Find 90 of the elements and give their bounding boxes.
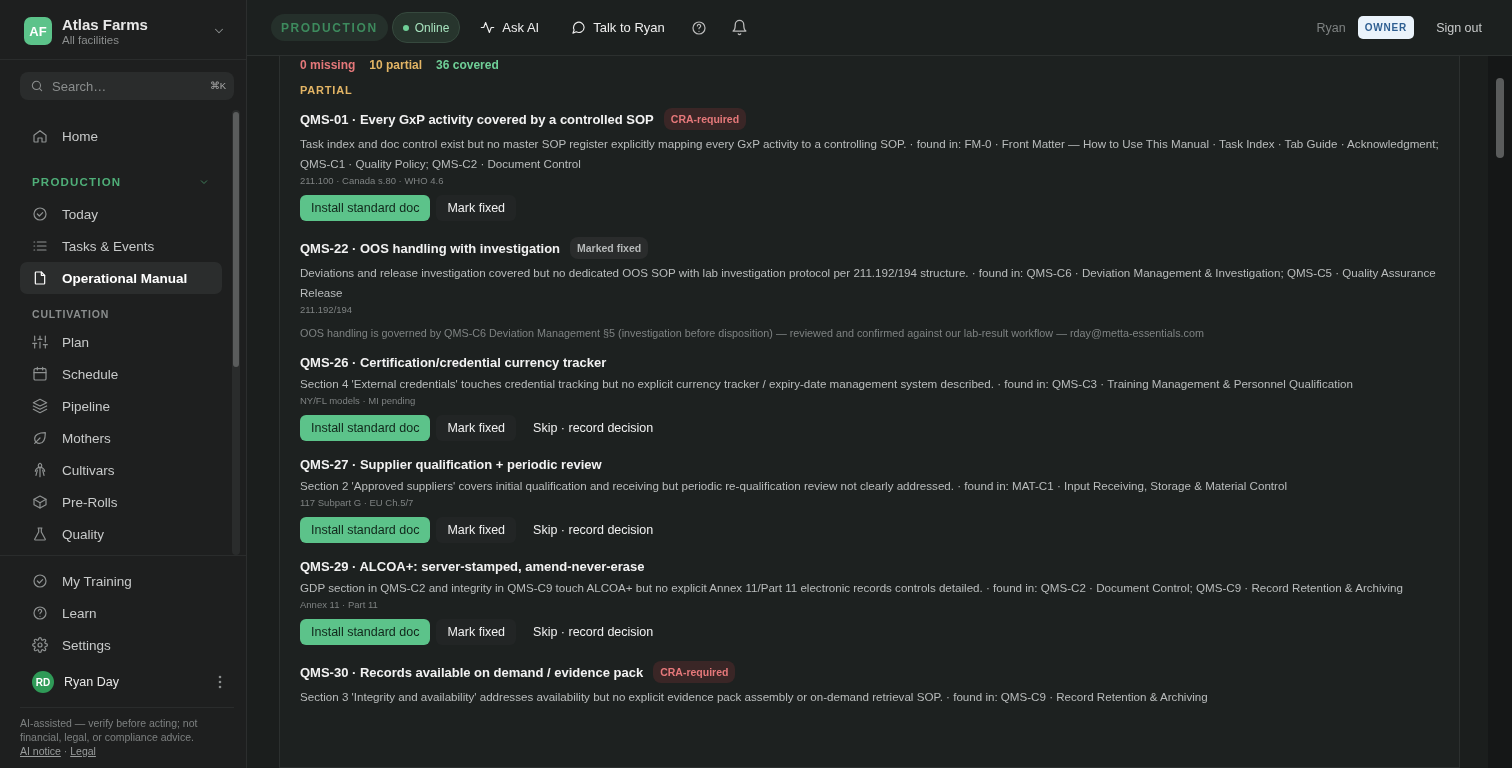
- sliders-icon: [32, 334, 48, 350]
- section-heading: PARTIAL: [300, 84, 354, 96]
- nav-item[interactable]: My Training: [20, 565, 236, 597]
- search-icon: [30, 79, 44, 93]
- regulation-references: 117 Subpart G · EU Ch.5/7: [300, 497, 415, 508]
- plant-icon: [32, 462, 48, 478]
- user-name: Ryan: [1316, 20, 1346, 35]
- user-name: Ryan Day: [64, 675, 120, 689]
- nav-item[interactable]: Cultivars: [20, 454, 222, 486]
- gap-title: QMS-27 · Supplier qualification + periodic review: [300, 457, 602, 472]
- summary-count: 0 missing: [300, 58, 356, 72]
- disclaimer-text: AI-assisted — verify before acting; not financial, legal, or compliance advice.: [20, 716, 199, 744]
- gap-description: GDP section in QMS-C2 and integrity in QMS-C9 touch ALCOA+ but no explicit Annex 11/Part 11 electronic records controls detailed. · found in: QMS-C2 · Document Control; QMS-C9 · Record Retention & Archiving: [300, 580, 1404, 596]
- gap-description: Section 4 'External credentials' touches credential tracking but no explicit currency tracker / expiry-date management system described. · found in: QMS-C3 · Training Management & Personnel Qualification: [300, 376, 1354, 392]
- notification-icon[interactable]: [730, 19, 748, 36]
- action-button[interactable]: Skip · record decision: [522, 415, 665, 441]
- action-button[interactable]: Install standard doc: [300, 415, 431, 441]
- status-badge: Marked fixed: [570, 237, 649, 259]
- help-icon[interactable]: [690, 19, 707, 36]
- settings-icon: [32, 637, 48, 653]
- scrollbar[interactable]: [232, 110, 240, 555]
- org-name: Atlas Farms: [62, 16, 149, 33]
- layers-icon: [32, 398, 48, 414]
- toolbar-button[interactable]: Talk to Ryan: [559, 12, 677, 43]
- nav-item[interactable]: Tasks & Events: [20, 230, 222, 262]
- nav-item[interactable]: Today: [20, 198, 222, 230]
- regulation-references: Annex 11 · Part 11: [300, 599, 379, 610]
- section-heading: CULTIVATION: [32, 308, 110, 320]
- mode-badge: PRODUCTION: [271, 14, 388, 41]
- fix-note: OOS handling is governed by QMS-C6 Deviation Management §5 (investigation before disposition) — reviewed and confirmed against our lab-result workflow — rday@metta-essentials.com: [300, 327, 1205, 339]
- footer-link[interactable]: AI notice: [20, 745, 61, 757]
- calendar-icon: [32, 366, 48, 382]
- gap-description: Section 2 'Approved suppliers' covers initial qualification and receiving but periodic re-qualification review not clearly addressed. · found in: MAT-C1 · Input Receiving, Storage & Material Control: [300, 478, 1288, 494]
- gap-title: QMS-01 · Every GxP activity covered by a controlled SOP: [300, 111, 654, 127]
- flask-icon: [32, 526, 48, 542]
- gap-title: QMS-29 · ALCOA+: server-stamped, amend-never-erase: [300, 559, 645, 574]
- org-subtitle: All facilities: [62, 34, 120, 46]
- gap-title: QMS-30 · Records available on demand / evidence pack: [300, 664, 644, 680]
- action-button[interactable]: Install standard doc: [300, 195, 431, 221]
- gap-description: Section 3 'Integrity and availability' addresses availability but no explicit evidence pack assembly or on-demand retrieval SOP. · found in: QMS-C9 · Record Retention & Archiving: [300, 689, 1209, 705]
- action-button[interactable]: Skip · record decision: [522, 619, 665, 645]
- chat-icon: [571, 20, 587, 35]
- check-circle-icon: [32, 573, 48, 589]
- activity-icon: [480, 20, 496, 35]
- action-button[interactable]: Install standard doc: [300, 619, 431, 645]
- regulation-references: 211.100 · Canada s.80 · WHO 4.6: [300, 175, 445, 186]
- home-icon: [32, 128, 48, 144]
- status-badge: CRA-required: [653, 661, 736, 683]
- gap-title: QMS-26 · Certification/credential currency tracker: [300, 355, 607, 370]
- document-icon: [32, 270, 48, 286]
- nav-item[interactable]: Home: [20, 120, 222, 152]
- summary-count: 10 partial: [369, 58, 423, 72]
- scrollbar[interactable]: [1488, 56, 1512, 768]
- nav-item[interactable]: Pipeline: [20, 390, 222, 422]
- action-button[interactable]: Install standard doc: [300, 517, 431, 543]
- org-logo: AF: [24, 17, 52, 45]
- gap-title: QMS-22 · OOS handling with investigation: [300, 240, 560, 256]
- section-heading: PRODUCTION: [32, 176, 122, 188]
- sign-out-button[interactable]: Sign out: [1430, 19, 1488, 36]
- nav-item[interactable]: Settings: [20, 629, 236, 661]
- gap-description: Task index and doc control exist but no master SOP register explicitly mapping every GxP activity to a controlling SOP. · found in: FM-0 · Front Matter — How to Use This Manual · Task Index · Tab Guide · Acknowledgment; QMS-C1 · Quality Policy; QMS-C2 · Document Control: [300, 136, 1439, 172]
- regulation-references: NY/FL models · MI pending: [300, 395, 417, 406]
- action-button[interactable]: Skip · record decision: [522, 517, 665, 543]
- nav-item[interactable]: Operational Manual: [20, 262, 222, 294]
- action-button[interactable]: Mark fixed: [436, 195, 517, 221]
- nav-item[interactable]: Plan: [20, 326, 222, 358]
- help-icon: [32, 605, 48, 621]
- leaf-icon: [32, 430, 48, 446]
- box-icon: [32, 494, 48, 510]
- nav-item[interactable]: Schedule: [20, 358, 222, 390]
- separator: ·: [63, 745, 68, 757]
- user-avatar: RD: [32, 671, 54, 693]
- action-button[interactable]: Mark fixed: [436, 517, 517, 543]
- gap-description: Deviations and release investigation covered but no dedicated OOS SOP with lab investigation protocol per 211.192/194 structure. · found in: QMS-C6 · Deviation Management & Investigation; QMS-C5 · Quality Assurance Release: [300, 265, 1437, 301]
- shortcut-hint: ⌘K: [209, 80, 226, 91]
- list-icon: [32, 238, 48, 254]
- status-pill: Online: [391, 12, 461, 43]
- regulation-references: 211.192/194: [300, 304, 354, 315]
- nav-item[interactable]: Learn: [20, 597, 236, 629]
- nav-item[interactable]: Mothers: [20, 422, 222, 454]
- summary-count: 36 covered: [436, 58, 499, 72]
- role-badge: OWNER: [1357, 16, 1415, 39]
- action-button[interactable]: Mark fixed: [436, 415, 517, 441]
- status-badge: CRA-required: [663, 108, 747, 130]
- nav-item[interactable]: Pre-Rolls: [20, 486, 222, 518]
- nav-item[interactable]: Quality: [20, 518, 222, 550]
- action-button[interactable]: Mark fixed: [436, 619, 517, 645]
- toolbar-button[interactable]: Ask AI: [468, 12, 552, 43]
- footer-link[interactable]: Legal: [70, 745, 96, 757]
- check-circle-icon: [32, 206, 48, 222]
